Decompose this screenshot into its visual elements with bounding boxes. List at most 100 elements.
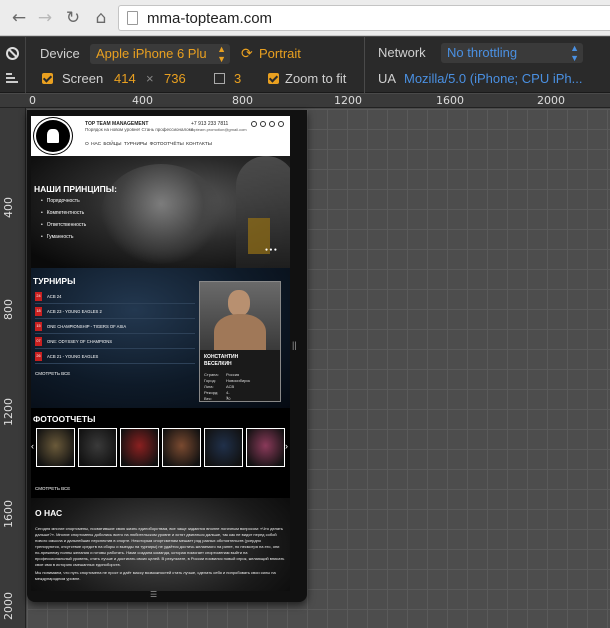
site-header: TOP TEAM MANAGEMENT Порядок на новом уро… bbox=[31, 116, 290, 156]
ruler-label: 1600 bbox=[436, 94, 464, 107]
screen-width-input[interactable]: 414 bbox=[114, 71, 136, 86]
fighter-image bbox=[236, 156, 290, 268]
photo-thumbnail[interactable] bbox=[78, 428, 117, 467]
ruler-label: 1200 bbox=[334, 94, 362, 107]
network-select-value: No throttling bbox=[447, 45, 518, 60]
ruler-top: 0 400 800 1200 1600 2000 bbox=[0, 94, 610, 108]
device-select[interactable]: Apple iPhone 6 Plu ▲ ▼ bbox=[90, 44, 230, 64]
slider-dots[interactable]: ● ● ● bbox=[265, 247, 277, 253]
social-icon[interactable] bbox=[260, 121, 266, 127]
zoom-checkbox[interactable] bbox=[268, 73, 279, 84]
device-select-value: Apple iPhone 6 Plu bbox=[96, 46, 207, 61]
tournament-date: 15 bbox=[35, 322, 42, 331]
browser-toolbar: ← → ↻ ⌂ mma-topteam.com bbox=[0, 0, 610, 36]
ua-input[interactable]: Mozilla/5.0 (iPhone; CPU iPh... bbox=[404, 71, 582, 86]
device-label: Device bbox=[40, 46, 80, 61]
tournament-item[interactable]: 18 ACB 23 - YOUNG EAGLES 2 bbox=[35, 307, 195, 319]
tournament-name: ACB 21 - YOUNG EAGLES bbox=[47, 354, 99, 359]
screen-checkbox[interactable] bbox=[42, 73, 53, 84]
photo-thumbnail[interactable] bbox=[36, 428, 75, 467]
devtools-divider bbox=[364, 37, 365, 93]
header-email[interactable]: topteam.promotion@gmail.com bbox=[191, 127, 247, 132]
photo-thumbnail[interactable] bbox=[204, 428, 243, 467]
back-button[interactable]: ← bbox=[6, 5, 32, 31]
ruler-label: 800 bbox=[2, 299, 15, 320]
ruler-label: 800 bbox=[232, 94, 253, 107]
devtools-side bbox=[0, 37, 26, 93]
header-subtitle: Порядок на новом уровне! Стань профессио… bbox=[85, 127, 193, 132]
fighter-info-row: Лига: ACB bbox=[204, 384, 235, 389]
principle-item: Компетентность bbox=[41, 210, 84, 216]
fighter-image bbox=[101, 164, 221, 264]
tournament-date: 24 bbox=[35, 292, 42, 301]
principle-item: Гуманность bbox=[41, 234, 74, 240]
disable-emulation-icon[interactable] bbox=[6, 47, 19, 60]
fighter-card[interactable]: КОНСТАНТИН ВЕСЕЛКИН Страна: Россия Город:… bbox=[199, 281, 281, 402]
ruler-left: 400 800 1200 1600 2000 bbox=[0, 108, 26, 628]
photo-thumbnail[interactable] bbox=[120, 428, 159, 467]
about-title: О НАС bbox=[35, 508, 63, 518]
resize-handle-right[interactable]: || bbox=[292, 340, 300, 356]
about-text: Мы понимаем, что путь спортсмена не прос… bbox=[35, 570, 276, 581]
page-icon bbox=[127, 11, 138, 25]
fighter-info-row: Страна: Россия bbox=[204, 372, 240, 377]
site-logo[interactable] bbox=[34, 118, 72, 154]
photo-thumbnail[interactable] bbox=[162, 428, 201, 467]
select-arrows-icon: ▲ ▼ bbox=[570, 43, 579, 63]
rotate-icon[interactable]: ⟳ bbox=[241, 45, 253, 62]
social-icon[interactable] bbox=[278, 121, 284, 127]
principles-section: НАШИ ПРИНЦИПЫ: Порядочность Компетентнос… bbox=[31, 156, 290, 268]
photo-thumbnail[interactable] bbox=[246, 428, 285, 467]
home-button[interactable]: ⌂ bbox=[88, 5, 114, 31]
reload-button[interactable]: ↻ bbox=[60, 5, 86, 31]
ruler-label: 2000 bbox=[2, 592, 15, 620]
ruler-label: 400 bbox=[132, 94, 153, 107]
ruler-label: 0 bbox=[29, 94, 36, 107]
media-queries-icon[interactable] bbox=[6, 73, 18, 83]
network-select[interactable]: No throttling ▲ ▼ bbox=[441, 43, 583, 63]
tournament-name: ONE: ODYSSEY OF CHAMPIONS bbox=[47, 339, 113, 344]
social-icon[interactable] bbox=[269, 121, 275, 127]
tournament-item[interactable]: 07 ONE: ODYSSEY OF CHAMPIONS bbox=[35, 337, 195, 349]
tournament-name: ACB 23 - YOUNG EAGLES 2 bbox=[47, 309, 102, 314]
network-label: Network bbox=[378, 45, 426, 60]
tournament-date: 07 bbox=[35, 337, 42, 346]
dpr-input[interactable]: 3 bbox=[234, 71, 241, 86]
reload-icon: ↻ bbox=[65, 8, 81, 28]
resize-handle-bottom[interactable]: ☰ bbox=[150, 590, 164, 599]
fighter-info-row: Вес: 70 bbox=[204, 396, 231, 401]
fighter-first-name: КОНСТАНТИН bbox=[204, 354, 239, 360]
photos-see-all-link[interactable]: СМОТРЕТЬ ВСЕ bbox=[35, 486, 70, 491]
ruler-label: 1200 bbox=[2, 398, 15, 426]
tournaments-see-all-link[interactable]: СМОТРЕТЬ ВСЕ bbox=[35, 371, 70, 376]
home-icon: ⌂ bbox=[95, 8, 107, 28]
principles-title: НАШИ ПРИНЦИПЫ: bbox=[34, 184, 117, 194]
tournament-date: 18 bbox=[35, 307, 42, 316]
screen-height-input[interactable]: 736 bbox=[164, 71, 186, 86]
tournaments-title: ТУРНИРЫ bbox=[33, 276, 76, 286]
screen-label: Screen bbox=[62, 71, 104, 86]
tournament-name: ACB 24 bbox=[47, 294, 62, 299]
photo-reports-section: ФОТООТЧЕТЫ ‹ › СМОТРЕТЬ ВСЕ bbox=[31, 408, 290, 498]
tournament-item[interactable]: 26 ACB 21 - YOUNG EAGLES bbox=[35, 352, 195, 364]
fighter-photo bbox=[200, 282, 280, 350]
orientation-button[interactable]: Portrait bbox=[259, 46, 301, 61]
chevron-right-icon[interactable]: › bbox=[285, 441, 288, 451]
tournament-date: 26 bbox=[35, 352, 42, 361]
forward-button[interactable]: → bbox=[32, 5, 58, 31]
arrow-right-icon: → bbox=[37, 8, 53, 28]
tournament-item[interactable]: 24 ACB 24 bbox=[35, 292, 195, 304]
social-icon[interactable] bbox=[251, 121, 257, 127]
address-bar[interactable]: mma-topteam.com bbox=[118, 5, 610, 31]
chevron-left-icon[interactable]: ‹ bbox=[31, 441, 34, 451]
tournament-item[interactable]: 15 ONE CHAMPIONSHIP - TIGERS OF ASIA bbox=[35, 322, 195, 334]
url-text: mma-topteam.com bbox=[147, 9, 273, 27]
times-sign: × bbox=[146, 71, 154, 86]
arrow-left-icon: ← bbox=[11, 8, 27, 28]
fighter-info-row: Рекорд: 4-1 bbox=[204, 390, 230, 400]
tournaments-section: ТУРНИРЫ 24 ACB 24 18 ACB 23 - YOUNG EAGL… bbox=[31, 268, 290, 408]
about-section: О НАС Сегодня многие спортсмены, посвяти… bbox=[31, 498, 290, 591]
tournament-name: ONE CHAMPIONSHIP - TIGERS OF ASIA bbox=[47, 324, 127, 329]
website-viewport[interactable]: TOP TEAM MANAGEMENT Порядок на новом уро… bbox=[31, 116, 290, 591]
site-nav[interactable]: О НАС БОЙЦЫ ТУРНИРЫ ФОТООТЧЁТЫ КОНТАКТЫ bbox=[85, 142, 212, 147]
